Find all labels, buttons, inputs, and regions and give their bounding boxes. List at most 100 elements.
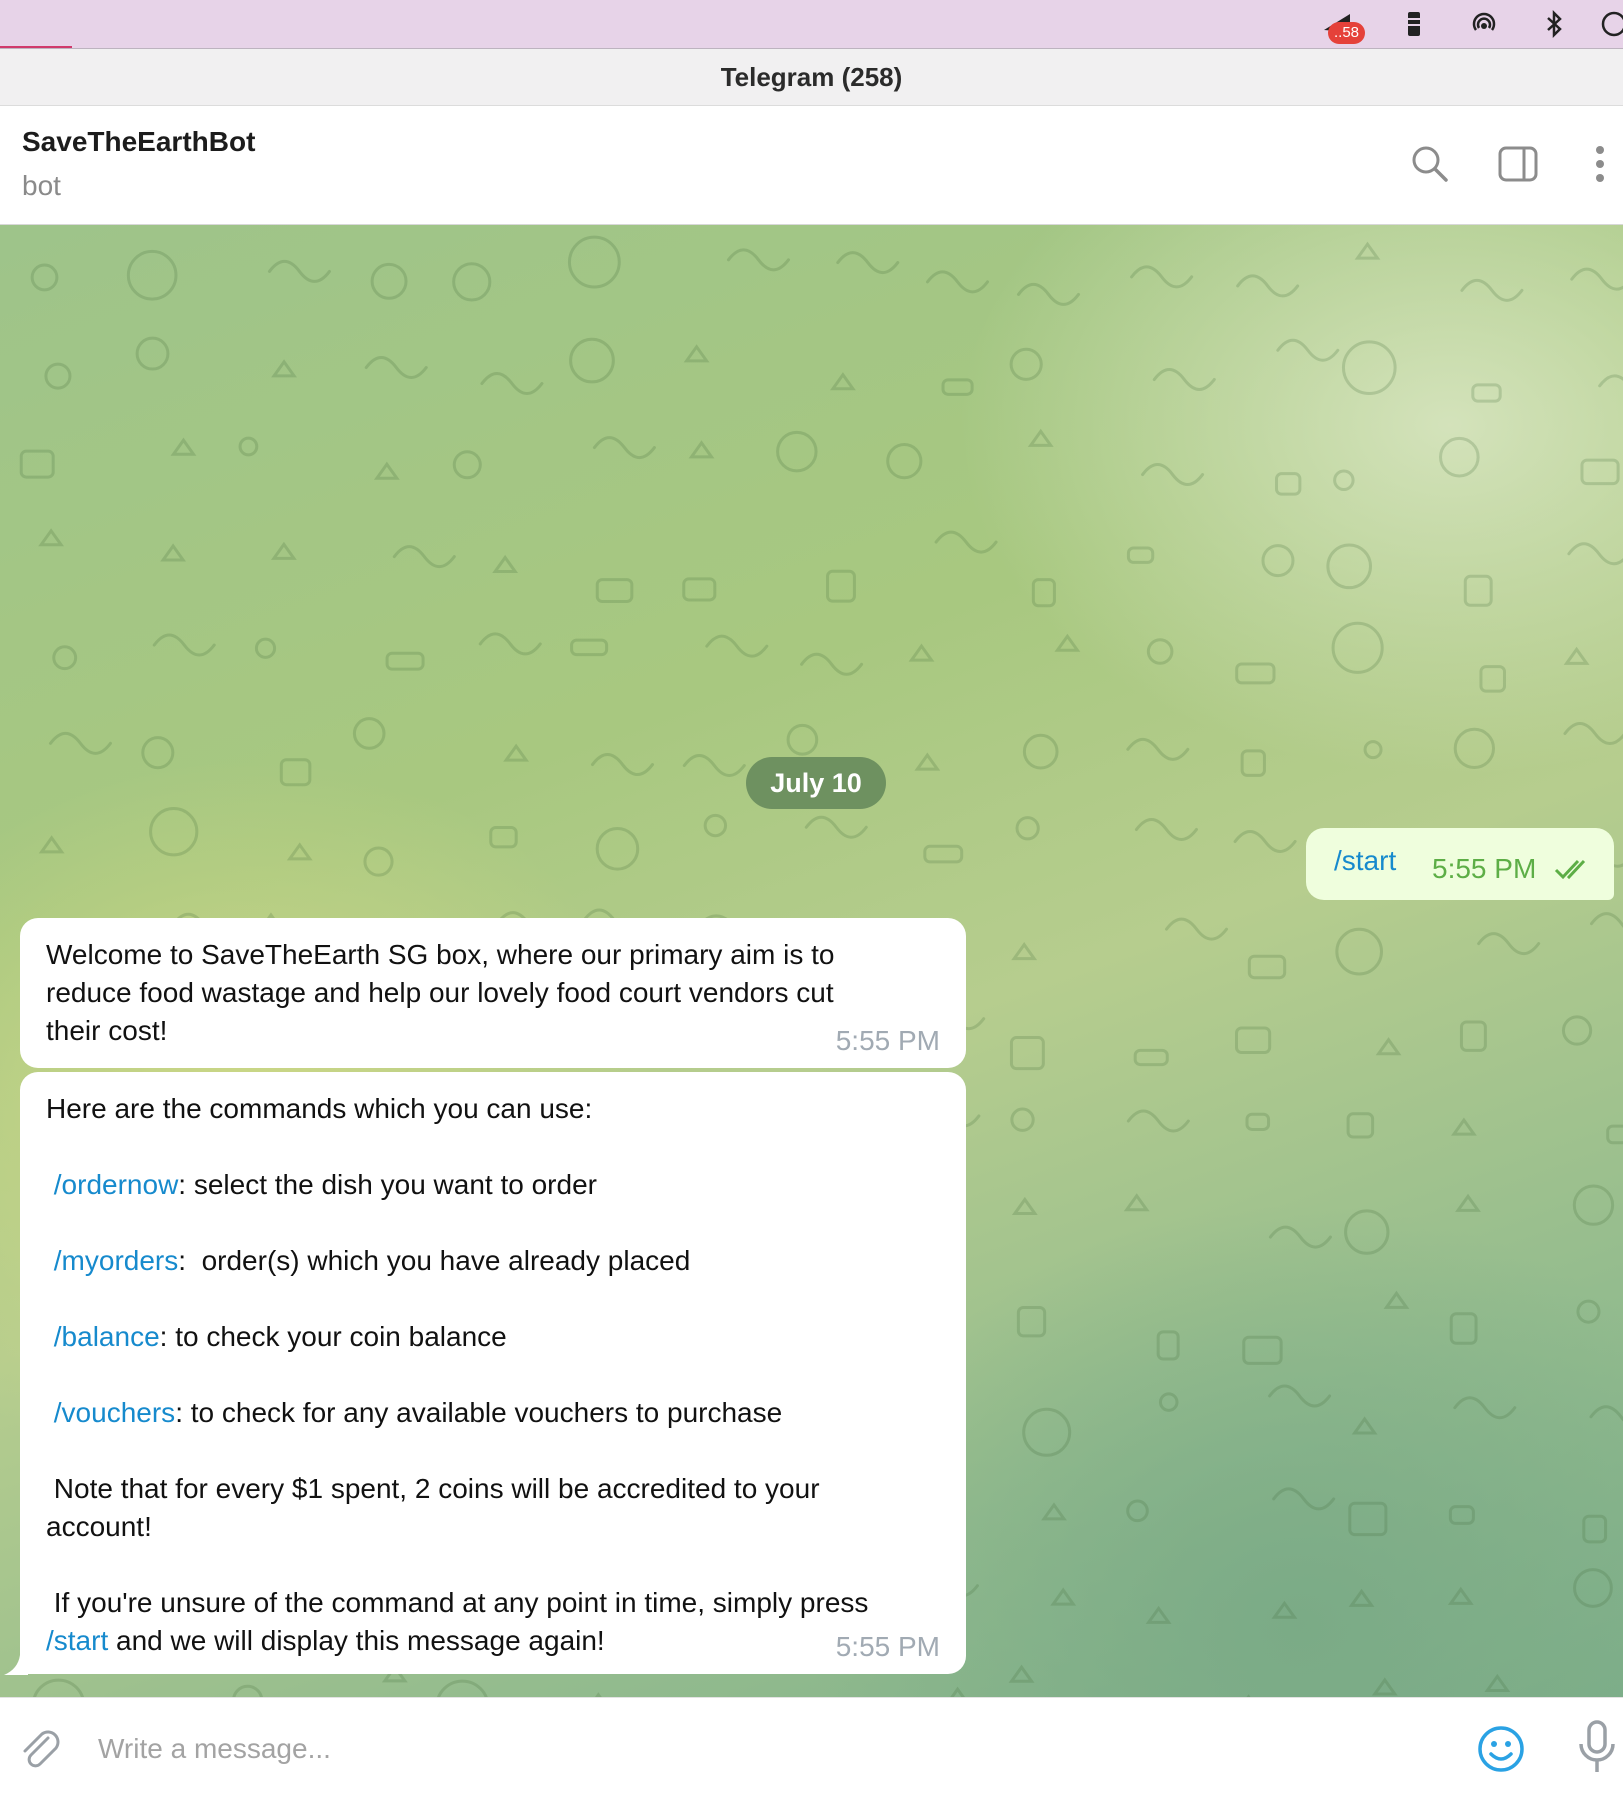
wallpaper-doodle <box>1346 1211 1388 1253</box>
wallpaper-doodle <box>802 654 862 674</box>
wallpaper-doodle <box>137 338 168 369</box>
wallpaper-doodle <box>281 760 310 785</box>
command-link-start[interactable]: /start <box>46 1625 108 1656</box>
incoming-message-commands[interactable]: Here are the commands which you can use:… <box>20 1072 966 1674</box>
paperclip-icon[interactable] <box>16 1724 64 1772</box>
wallpaper-doodle <box>1352 1591 1372 1605</box>
command-link-myorders[interactable]: /myorders <box>54 1245 178 1276</box>
wallpaper-doodle <box>1238 276 1298 296</box>
wallpaper-doodle <box>1337 929 1382 974</box>
wallpaper-doodle <box>173 440 193 454</box>
outgoing-message[interactable]: /start 5:55 PM <box>1306 828 1614 900</box>
wallpaper-doodle <box>1455 729 1493 767</box>
wallpaper-doodle <box>1031 431 1051 445</box>
wallpaper-doodle <box>1237 664 1274 683</box>
wallpaper-doodle <box>274 362 294 376</box>
wallpaper-doodle <box>828 571 855 601</box>
wallpaper-doodle <box>1473 385 1500 401</box>
wallpaper-doodle <box>32 265 57 290</box>
wallpaper-doodle <box>42 838 62 852</box>
message-input[interactable] <box>96 1722 1450 1776</box>
wallpaper-doodle <box>1135 1050 1167 1064</box>
message-line: /start and we will display this message … <box>46 1622 940 1660</box>
wallpaper-doodle <box>1574 1186 1612 1224</box>
wallpaper-doodle <box>1450 1507 1473 1524</box>
emoji-icon[interactable] <box>1476 1724 1526 1774</box>
wallpaper-doodle <box>1274 1489 1334 1509</box>
wallpaper-doodle <box>1057 636 1077 650</box>
command-link-balance[interactable]: /balance <box>54 1321 160 1352</box>
wallpaper-doodle <box>1235 832 1295 852</box>
wallpaper-doodle <box>151 809 197 855</box>
wallpaper-doodle <box>1128 1501 1148 1521</box>
wallpaper-doodle <box>1011 349 1041 379</box>
wallpaper-doodle <box>1149 1608 1169 1622</box>
chat-title[interactable]: SaveTheEarthBot <box>22 126 255 158</box>
command-description: : order(s) which you have already placed <box>178 1245 690 1276</box>
wallpaper-doodle <box>1451 1589 1471 1603</box>
wallpaper-doodle <box>705 815 725 835</box>
message-line: Welcome to SaveTheEarth SG box, where ou… <box>46 936 940 974</box>
message-line: their cost! <box>46 1012 940 1050</box>
airdrop-icon[interactable] <box>1466 8 1502 40</box>
message-line: Here are the commands which you can use: <box>46 1090 940 1128</box>
wallpaper-doodle <box>1348 1114 1373 1137</box>
wallpaper-doodle <box>1592 914 1623 934</box>
wallpaper-doodle <box>1565 724 1623 744</box>
microphone-icon[interactable] <box>1572 1718 1622 1778</box>
wallpaper-doodle <box>1328 545 1371 588</box>
wallpaper-doodle <box>1572 269 1623 289</box>
wallpaper-doodle <box>240 438 257 455</box>
chat-status: bot <box>22 170 61 202</box>
message-time: 5:55 PM <box>836 1022 940 1060</box>
command-link-ordernow[interactable]: /ordernow <box>54 1169 179 1200</box>
message-time: 5:55 PM <box>836 1628 940 1666</box>
notification-badge: ..58 <box>1328 22 1365 44</box>
wallpaper-doodle <box>1455 1398 1515 1418</box>
chat-history[interactable]: July 10 /start 5:55 PM Welcome to SaveTh… <box>0 225 1623 1697</box>
wallpaper-doodle <box>943 380 972 394</box>
wallpaper-doodle <box>1365 742 1381 758</box>
message-composer <box>0 1697 1623 1801</box>
wallpaper-doodle <box>684 756 744 776</box>
wallpaper-doodle <box>592 755 652 775</box>
wallpaper-doodle <box>1053 1590 1073 1604</box>
tower-icon[interactable] <box>1396 8 1432 40</box>
wallpaper-doodle <box>41 531 61 545</box>
command-link-vouchers[interactable]: /vouchers <box>54 1397 175 1428</box>
wallpaper-doodle <box>1479 934 1539 954</box>
wallpaper-doodle <box>1024 735 1057 768</box>
wallpaper-doodle <box>1012 1109 1033 1130</box>
wallpaper-doodle <box>1462 280 1522 300</box>
wallpaper-doodle <box>1465 576 1491 605</box>
sidebar-toggle-icon[interactable] <box>1496 142 1540 186</box>
wallpaper-doodle <box>377 464 397 478</box>
bluetooth-icon[interactable] <box>1536 8 1572 40</box>
wallpaper-doodle <box>1441 438 1479 476</box>
search-icon[interactable] <box>1408 142 1452 186</box>
wallpaper-doodle <box>1017 818 1038 839</box>
blank-line <box>46 1128 940 1166</box>
message-text: /start <box>1334 842 1396 880</box>
wallpaper-doodle <box>1270 1227 1330 1247</box>
wallpaper-doodle <box>143 738 173 768</box>
command-line: /vouchers: to check for any available vo… <box>46 1394 940 1432</box>
wallpaper-doodle <box>437 1681 488 1697</box>
wallpaper-doodle <box>1582 460 1618 484</box>
clock-icon[interactable] <box>1596 8 1623 40</box>
wallpaper-doodle <box>454 264 490 300</box>
chat-header[interactable]: SaveTheEarthBot bot <box>0 106 1623 225</box>
wallpaper-doodle <box>454 452 480 478</box>
wallpaper-doodle <box>728 250 788 270</box>
more-vertical-icon[interactable] <box>1578 142 1622 186</box>
wallpaper-doodle <box>163 546 183 560</box>
incoming-message-welcome[interactable]: Welcome to SaveTheEarth SG box, where ou… <box>20 918 966 1068</box>
wallpaper-doodle <box>154 635 214 655</box>
wallpaper-doodle <box>911 646 931 660</box>
wallpaper-doodle <box>46 364 70 388</box>
command-line: /ordernow: select the dish you want to o… <box>46 1166 940 1204</box>
wallpaper-doodle <box>365 848 392 875</box>
wallpaper-doodle <box>1018 1307 1044 1335</box>
wallpaper-doodle <box>1132 267 1192 287</box>
wallpaper-doodle <box>366 358 426 378</box>
